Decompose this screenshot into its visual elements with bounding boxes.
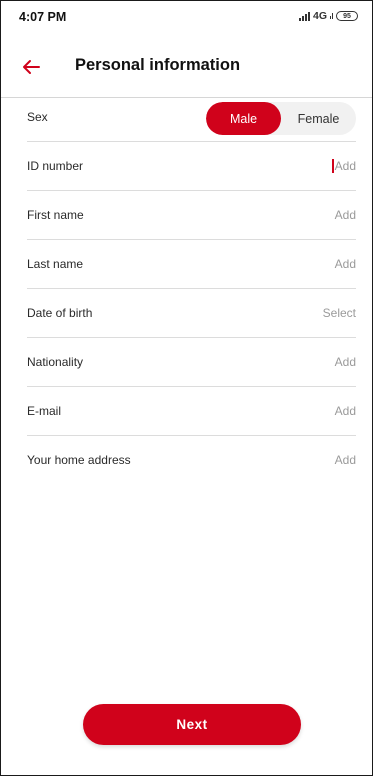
nationality-input[interactable]: Add [335,355,356,369]
id-number-input[interactable]: Add [331,159,356,173]
signal-icon [298,11,310,21]
id-number-label: ID number [27,159,84,173]
app-frame: 4:07 PM 4G 95 Personal information Sex M… [0,0,373,776]
page-title: Personal information [75,56,241,74]
id-number-placeholder: Add [334,159,356,173]
home-address-label: Your home address [27,453,131,467]
arrow-left-icon [23,60,40,74]
email-input[interactable]: Add [335,404,356,418]
date-of-birth-row[interactable]: Date of birth Select [27,289,356,338]
sex-row: Sex Male Female [27,97,356,142]
last-name-row[interactable]: Last name Add [27,240,356,289]
last-name-input[interactable]: Add [335,257,356,271]
first-name-row[interactable]: First name Add [27,191,356,240]
text-cursor [331,159,334,173]
personal-info-form: Sex Male Female ID number Add First name… [1,97,372,484]
first-name-input[interactable]: Add [335,208,356,222]
nationality-row[interactable]: Nationality Add [27,338,356,387]
sex-option-male[interactable]: Male [206,102,281,135]
status-time: 4:07 PM [19,10,67,24]
id-number-row[interactable]: ID number Add [27,142,356,191]
next-button[interactable]: Next [83,704,301,745]
status-bar: 4:07 PM 4G 95 [1,1,372,35]
home-address-input[interactable]: Add [335,453,356,467]
sex-toggle: Male Female [206,102,356,135]
first-name-label: First name [27,208,84,222]
signal-icon-secondary [330,13,333,19]
app-header: Personal information [1,35,372,98]
last-name-label: Last name [27,257,84,271]
battery-icon: 95 [336,11,358,21]
back-button[interactable] [19,55,43,79]
date-of-birth-label: Date of birth [27,306,93,320]
email-label: E-mail [27,404,62,418]
sex-label: Sex [27,110,48,124]
home-address-row[interactable]: Your home address Add [27,436,356,484]
email-row[interactable]: E-mail Add [27,387,356,436]
date-of-birth-select[interactable]: Select [323,306,356,320]
network-type: 4G [312,10,327,22]
battery-level: 95 [343,12,351,20]
status-indicators: 4G 95 [298,10,358,22]
sex-option-female[interactable]: Female [281,102,356,135]
nationality-label: Nationality [27,355,84,369]
